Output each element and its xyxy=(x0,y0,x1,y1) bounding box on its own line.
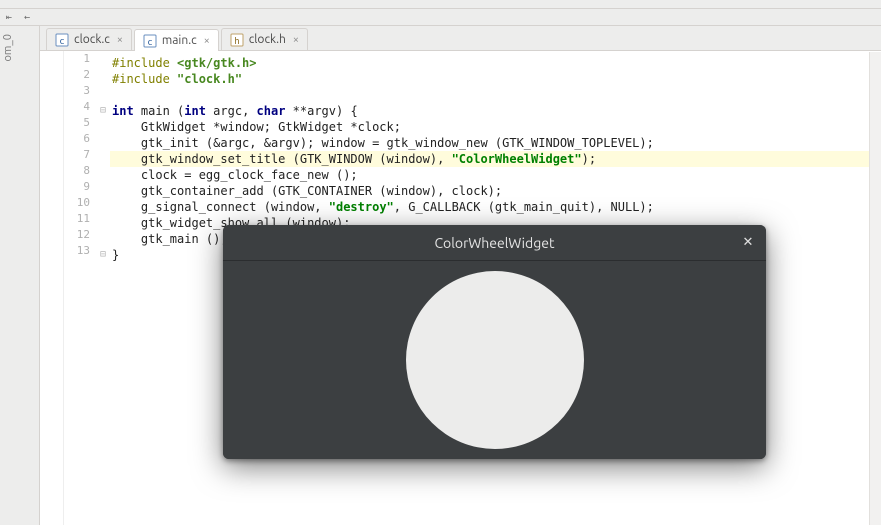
code-line[interactable]: #include <gtk/gtk.h> xyxy=(110,55,881,71)
code-line[interactable]: int main (int argc, char **argv) { xyxy=(110,103,881,119)
line-number[interactable]: 9 xyxy=(64,179,96,195)
svg-text:c: c xyxy=(147,38,152,48)
line-number[interactable]: 13 xyxy=(64,243,96,259)
tab-close-icon[interactable]: × xyxy=(202,35,212,47)
fold-spacer xyxy=(96,231,110,247)
code-line[interactable]: #include "clock.h" xyxy=(110,71,881,87)
fold-spacer xyxy=(96,167,110,183)
line-number[interactable]: 1 xyxy=(64,51,96,67)
line-number[interactable]: 6 xyxy=(64,131,96,147)
file-tab-clock-h[interactable]: h clock.h × xyxy=(221,28,308,50)
gtk-window-body xyxy=(223,261,766,459)
line-number[interactable]: 4 xyxy=(64,99,96,115)
file-tab-label: clock.h xyxy=(249,33,286,46)
tab-close-icon[interactable]: × xyxy=(291,34,301,46)
c-file-icon: c xyxy=(55,33,69,47)
line-number[interactable]: 7 xyxy=(64,147,96,163)
back-icon[interactable]: ← xyxy=(20,10,34,24)
tool-window-sidebar: om_0 xyxy=(0,26,40,525)
line-number[interactable]: 3 xyxy=(64,83,96,99)
fold-spacer xyxy=(96,71,110,87)
line-number[interactable]: 8 xyxy=(64,163,96,179)
fold-spacer xyxy=(96,183,110,199)
file-tab-clock-c[interactable]: c clock.c × xyxy=(46,28,132,50)
line-number[interactable]: 2 xyxy=(64,67,96,83)
toolbar: ⇤ ← xyxy=(0,9,881,26)
dock-left-icon[interactable]: ⇤ xyxy=(2,10,16,24)
vertical-scrollbar[interactable] xyxy=(869,52,881,525)
fold-toggle-icon[interactable]: ⊟ xyxy=(96,247,110,263)
file-tab-label: main.c xyxy=(162,34,197,47)
close-icon[interactable]: ✕ xyxy=(740,234,756,250)
svg-text:c: c xyxy=(59,37,64,47)
fold-toggle-icon[interactable]: ⊟ xyxy=(96,103,110,119)
breakpoint-gutter[interactable] xyxy=(40,51,64,525)
gtk-window-title: ColorWheelWidget xyxy=(434,235,554,251)
file-tab-main-c[interactable]: c main.c × xyxy=(134,29,219,51)
gtk-titlebar[interactable]: ColorWheelWidget ✕ xyxy=(223,225,766,261)
fold-gutter[interactable]: ⊟⊟ xyxy=(96,51,110,525)
svg-text:h: h xyxy=(234,37,239,47)
window-chrome-top xyxy=(0,0,881,9)
code-line[interactable]: gtk_window_set_title (GTK_WINDOW (window… xyxy=(110,151,881,167)
fold-spacer xyxy=(96,199,110,215)
sidebar-label[interactable]: om_0 xyxy=(0,30,16,66)
gtk-app-window[interactable]: ColorWheelWidget ✕ xyxy=(223,225,766,459)
fold-spacer xyxy=(96,135,110,151)
code-line[interactable]: gtk_init (&argc, &argv); window = gtk_wi… xyxy=(110,135,881,151)
fold-spacer xyxy=(96,151,110,167)
fold-spacer xyxy=(96,87,110,103)
line-number[interactable]: 10 xyxy=(64,195,96,211)
code-line[interactable]: GtkWidget *window; GtkWidget *clock; xyxy=(110,119,881,135)
code-line[interactable]: g_signal_connect (window, "destroy", G_C… xyxy=(110,199,881,215)
c-file-icon: c xyxy=(143,34,157,48)
line-number[interactable]: 12 xyxy=(64,227,96,243)
fold-spacer xyxy=(96,215,110,231)
tab-close-icon[interactable]: × xyxy=(115,34,125,46)
line-number[interactable]: 5 xyxy=(64,115,96,131)
fold-spacer xyxy=(96,55,110,71)
line-number[interactable]: 11 xyxy=(64,211,96,227)
header-file-icon: h xyxy=(230,33,244,47)
editor-tab-bar: c clock.c × c main.c × h clock.h × xyxy=(40,26,881,51)
code-line[interactable]: clock = egg_clock_face_new (); xyxy=(110,167,881,183)
code-line[interactable] xyxy=(110,87,881,103)
code-line[interactable]: gtk_container_add (GTK_CONTAINER (window… xyxy=(110,183,881,199)
fold-spacer xyxy=(96,119,110,135)
clock-face-circle xyxy=(406,271,584,449)
file-tab-label: clock.c xyxy=(74,33,110,46)
